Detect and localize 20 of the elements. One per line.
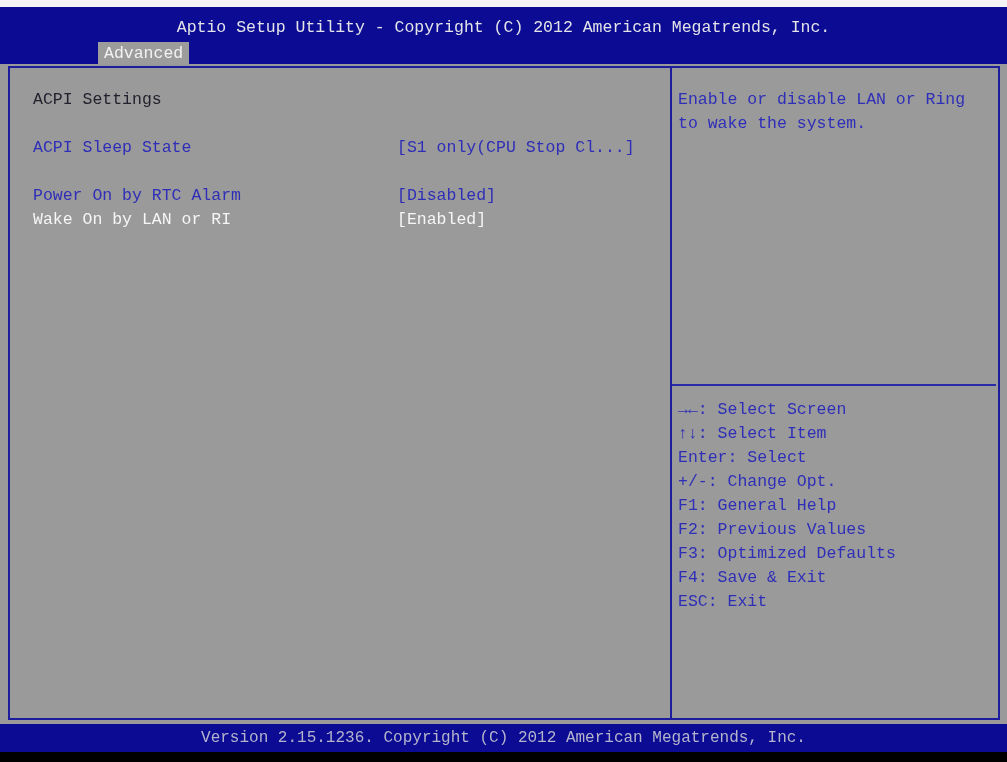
help-text: Enable or disable LAN or Ring to wake the system. <box>678 89 967 135</box>
window-title: Aptio Setup Utility - Copyright (C) 2012 American Megatrends, Inc. <box>176 18 831 38</box>
key-hint: F2: Previous Values <box>678 519 867 541</box>
setting-value[interactable]: [S1 only(CPU Stop Cl...] <box>397 136 635 160</box>
key-hint: +/-: Change Opt. <box>678 471 837 493</box>
key-hint: F4: Save & Exit <box>678 567 827 589</box>
setting-value[interactable]: [Disabled] <box>397 184 497 208</box>
key-hint: ↑↓: Select Item <box>678 423 827 445</box>
key-hint: F3: Optimized Defaults <box>678 543 896 565</box>
setting-label[interactable]: Power On by RTC Alarm <box>33 184 241 208</box>
setting-value[interactable]: [Enabled] <box>397 208 487 232</box>
tab[interactable]: Advanced <box>98 42 190 64</box>
version-text: Version 2.15.1236. Copyright (C) 2012 American Megatrends, Inc. <box>201 729 806 747</box>
key-hint: ESC: Exit <box>678 591 768 613</box>
key-hint: F1: General Help <box>678 495 837 517</box>
section-heading: ACPI Settings <box>33 89 162 111</box>
key-hint: →←: Select Screen <box>678 399 847 421</box>
setting-label[interactable]: ACPI Sleep State <box>33 136 192 160</box>
setting-label[interactable]: Wake On by LAN or RI <box>33 208 232 232</box>
key-hint: Enter: Select <box>678 447 807 469</box>
